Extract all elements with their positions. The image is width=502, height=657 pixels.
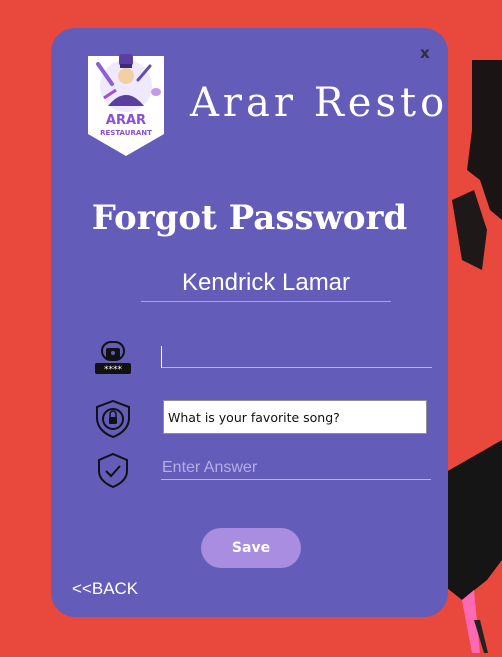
back-link[interactable]: <<BACK bbox=[72, 579, 138, 599]
logo-text-top: ARAR bbox=[106, 113, 146, 128]
forgot-password-panel: x ARAR RESTAURANT Arar Resto Forgot Pass… bbox=[51, 28, 448, 617]
restaurant-logo: ARAR RESTAURANT bbox=[84, 50, 168, 158]
page-title: Forgot Password bbox=[91, 198, 408, 238]
brand-name: Arar Resto bbox=[190, 80, 449, 126]
save-button[interactable]: Save bbox=[201, 528, 301, 568]
close-button[interactable]: x bbox=[420, 44, 430, 62]
svg-text:****: **** bbox=[104, 365, 123, 375]
security-answer-input[interactable] bbox=[161, 457, 431, 480]
new-password-input[interactable] bbox=[161, 341, 432, 368]
logo-text-bottom: RESTAURANT bbox=[100, 129, 152, 137]
shield-check-icon bbox=[94, 452, 132, 490]
username-label: Kendrick Lamar bbox=[141, 269, 391, 302]
security-question-select[interactable]: What is your favorite song? bbox=[163, 400, 427, 434]
padlock-password-icon: **** bbox=[94, 340, 132, 378]
text-caret bbox=[161, 346, 162, 368]
shield-lock-icon bbox=[94, 399, 132, 439]
